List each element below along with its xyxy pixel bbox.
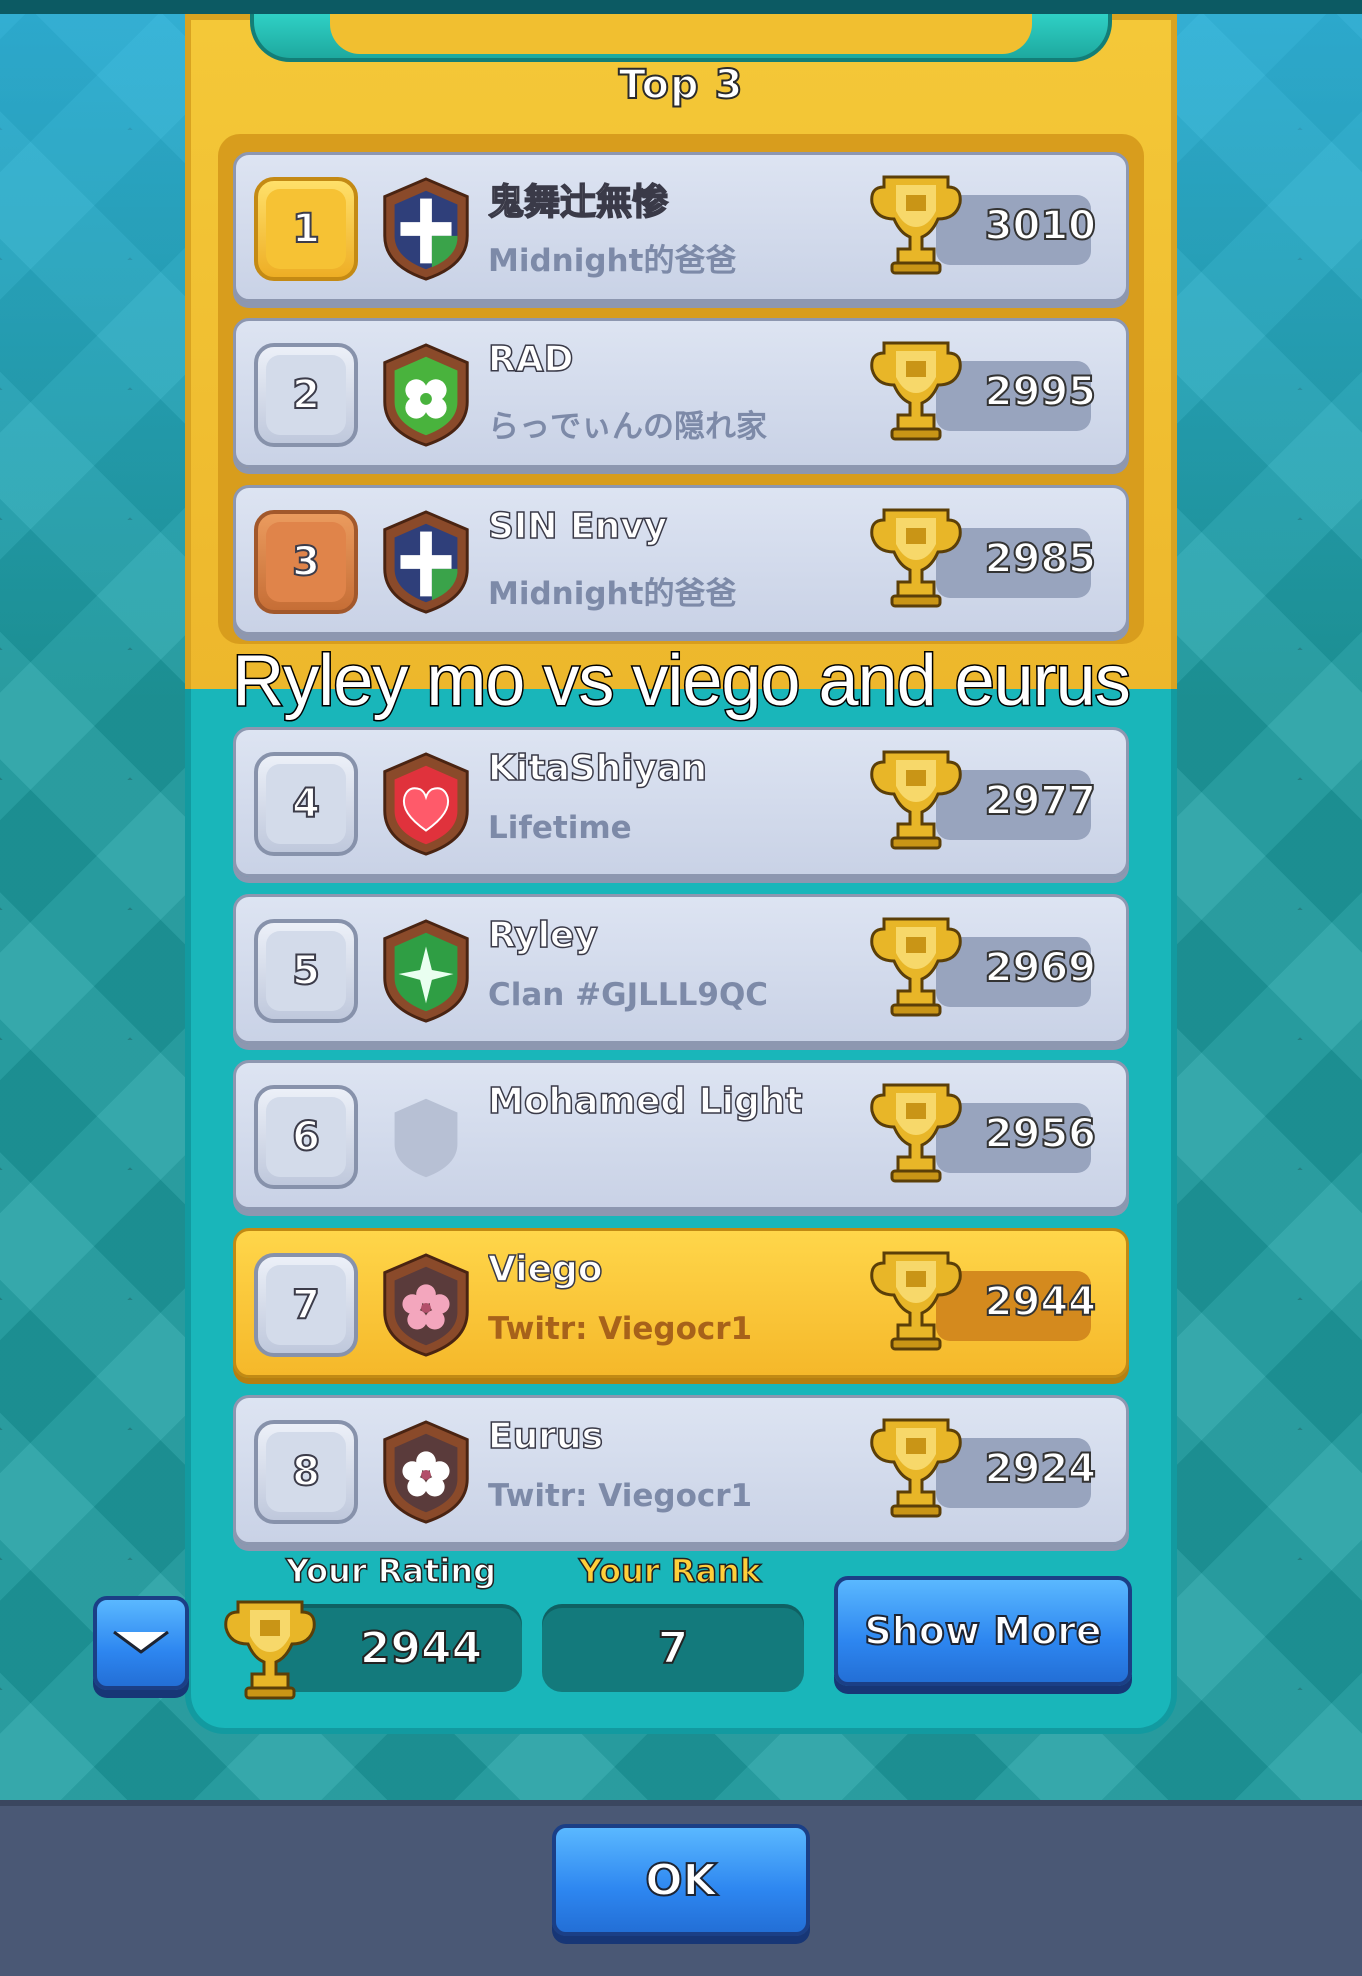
trophy-icon — [870, 341, 962, 441]
player-name[interactable]: Ryley — [488, 915, 928, 956]
clan-name[interactable]: Twitr: Viegocr1 — [488, 1478, 928, 1514]
rank-number: 8 — [266, 1432, 346, 1512]
trophy-count: 2944 — [984, 1278, 1097, 1326]
cross-shield-badge-icon — [383, 177, 469, 281]
leaderboard-row[interactable]: 2 RAD らっでぃんの隠れ家 2995 — [233, 318, 1129, 468]
player-name[interactable]: Mohamed Light — [488, 1081, 928, 1122]
leaderboard-row[interactable]: 1 鬼舞辻無惨 Midnight的爸爸 3010 — [233, 152, 1129, 302]
rank-number: 5 — [266, 931, 346, 1011]
clan-name[interactable]: Midnight的爸爸 — [488, 235, 928, 280]
trophy-count: 2969 — [984, 944, 1097, 992]
rank-number: 7 — [266, 1265, 346, 1345]
your-rank-value: 7 — [542, 1604, 804, 1692]
clover-shield-badge-icon — [383, 343, 469, 447]
clan-name[interactable]: Lifetime — [488, 810, 928, 846]
heart-shield-badge-icon — [383, 752, 469, 856]
section-title: Top 3 — [618, 61, 744, 109]
empty-shield-badge-icon — [394, 1098, 458, 1178]
rank-number: 2 — [266, 355, 346, 435]
leaderboard-row[interactable]: 6 Mohamed Light 2956 — [233, 1060, 1129, 1210]
player-name[interactable]: KitaShiyan — [488, 748, 928, 789]
trophy-icon — [870, 917, 962, 1017]
video-caption: Ryley mo vs viego and eurus — [231, 640, 1132, 723]
player-name[interactable]: SIN Envy — [488, 506, 928, 547]
trophy-icon — [870, 175, 962, 275]
rank-number: 4 — [266, 764, 346, 844]
clan-name[interactable]: Midnight的爸爸 — [488, 568, 928, 613]
leaderboard-row[interactable]: 5 Ryley Clan #GJLLL9QC 2969 — [233, 894, 1129, 1044]
rank-number: 1 — [266, 189, 346, 269]
ribbon-inner — [330, 14, 1032, 54]
trophy-icon — [870, 1083, 962, 1183]
rank-badge: 2 — [254, 343, 358, 447]
player-name[interactable]: Viego — [488, 1249, 928, 1290]
your-rating-label: Your Rating — [285, 1551, 497, 1591]
ok-button[interactable]: OK — [552, 1824, 810, 1936]
chevron-down-icon — [113, 1630, 169, 1654]
clan-name[interactable]: らっでぃんの隠れ家 — [488, 401, 928, 446]
clan-name[interactable]: Twitr: Viegocr1 — [488, 1311, 928, 1347]
show-more-button[interactable]: Show More — [834, 1576, 1132, 1686]
clan-name[interactable]: Clan #GJLLL9QC — [488, 977, 928, 1013]
leaderboard-row[interactable]: 7 Viego Twitr: Viegocr1 2944 — [233, 1228, 1129, 1378]
rank-number: 6 — [266, 1097, 346, 1177]
trophy-icon — [870, 1418, 962, 1518]
trophy-count: 2995 — [984, 368, 1097, 416]
rank-badge: 5 — [254, 919, 358, 1023]
player-name[interactable]: Eurus — [488, 1416, 928, 1457]
trophy-count: 3010 — [984, 202, 1097, 250]
trophy-icon — [870, 1251, 962, 1351]
trophy-count: 2985 — [984, 535, 1097, 583]
rank-badge: 6 — [254, 1085, 358, 1189]
leaderboard-row[interactable]: 8 Eurus Twitr: Viegocr1 2924 — [233, 1395, 1129, 1545]
player-name[interactable]: RAD — [488, 339, 928, 380]
trophy-icon — [224, 1600, 316, 1700]
rank-badge: 7 — [254, 1253, 358, 1357]
trophy-icon — [870, 508, 962, 608]
trophy-count: 2977 — [984, 777, 1097, 825]
trophy-icon — [870, 750, 962, 850]
cross-shield-badge-icon — [383, 510, 469, 614]
flower-shield-badge-icon — [383, 1253, 469, 1357]
star-shield-badge-icon — [383, 919, 469, 1023]
rank-badge: 3 — [254, 510, 358, 614]
flower-shield-badge-icon — [383, 1420, 469, 1524]
leaderboard-row[interactable]: 4 KitaShiyan Lifetime 2977 — [233, 727, 1129, 877]
your-rank-label: Your Rank — [578, 1551, 762, 1591]
rank-badge: 4 — [254, 752, 358, 856]
rank-number: 3 — [266, 522, 346, 602]
rank-badge: 1 — [254, 177, 358, 281]
trophy-count: 2924 — [984, 1445, 1097, 1493]
player-name[interactable]: 鬼舞辻無惨 — [488, 173, 928, 225]
collapse-button[interactable] — [93, 1596, 189, 1690]
rank-badge: 8 — [254, 1420, 358, 1524]
top-strip — [0, 0, 1362, 14]
leaderboard-row[interactable]: 3 SIN Envy Midnight的爸爸 2985 — [233, 485, 1129, 635]
trophy-count: 2956 — [984, 1110, 1097, 1158]
